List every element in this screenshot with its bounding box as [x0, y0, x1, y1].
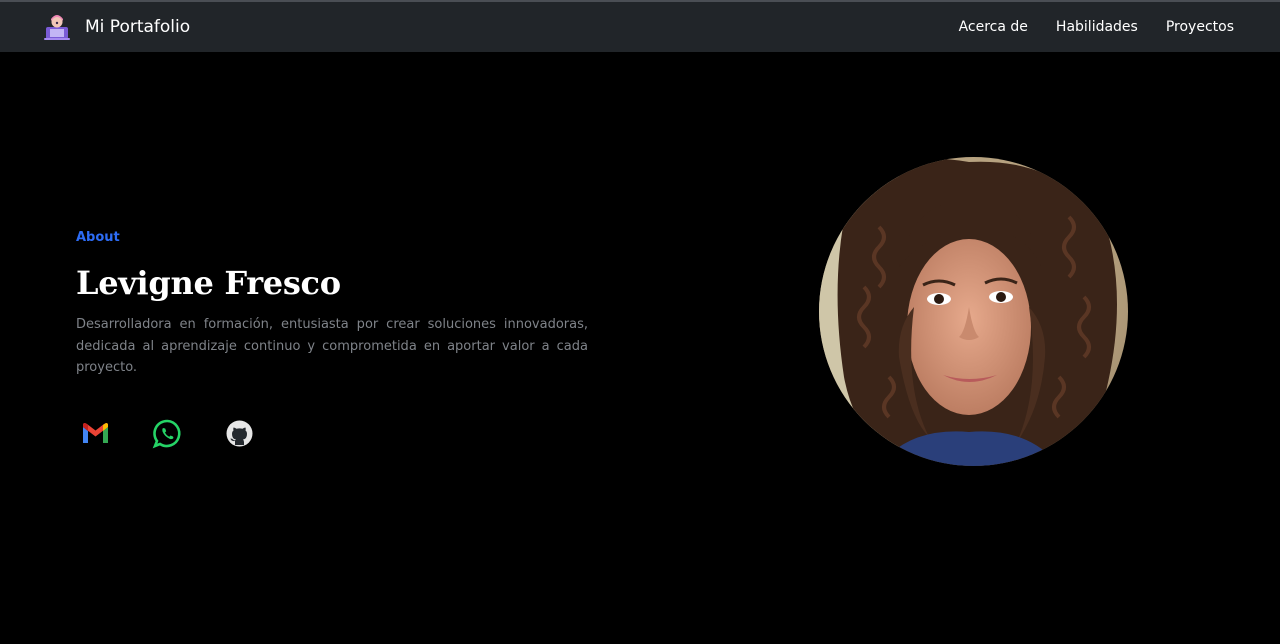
- whatsapp-link[interactable]: [152, 418, 183, 449]
- nav-links: Acerca de Habilidades Proyectos: [931, 2, 1234, 52]
- navbar: Mi Portafolio Acerca de Habilidades Proy…: [0, 2, 1280, 52]
- social-links: [80, 418, 296, 449]
- bio-text: Desarrolladora en formación, entusiasta …: [76, 317, 588, 375]
- person-name: Levigne Fresco: [76, 264, 341, 302]
- gmail-icon: [83, 423, 108, 443]
- developer-avatar-icon: [44, 15, 70, 40]
- gmail-link[interactable]: [80, 418, 111, 449]
- nav-link-habilidades[interactable]: Habilidades: [1056, 19, 1138, 35]
- brand-link[interactable]: Mi Portafolio: [44, 12, 190, 42]
- section-label: About: [76, 230, 120, 245]
- github-icon: [226, 420, 253, 447]
- brand-title: Mi Portafolio: [85, 17, 191, 37]
- profile-photo: [819, 157, 1128, 466]
- nav-link-proyectos[interactable]: Proyectos: [1166, 19, 1234, 35]
- profile-photo-image: [819, 157, 1128, 466]
- nav-link-acerca[interactable]: Acerca de: [959, 19, 1028, 35]
- github-link[interactable]: [224, 418, 255, 449]
- whatsapp-icon: [152, 419, 181, 449]
